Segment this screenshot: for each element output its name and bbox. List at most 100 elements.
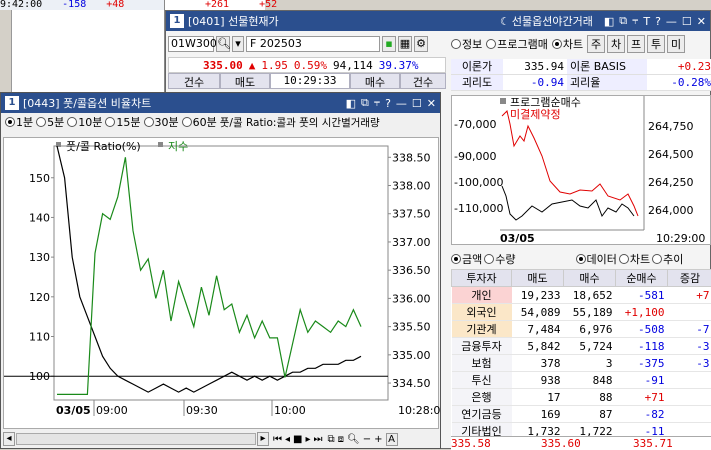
table-row[interactable]: 연기금등16987-82 [452,406,711,423]
close-icon[interactable]: ✕ [427,97,436,110]
investor-table: 투자자 매도 매수 순매수 증감 개인19,23318,652-581+7외국인… [451,269,711,440]
legend-open-interest: 미결제약정 [510,107,561,121]
radio-1min[interactable]: 1분 [5,114,33,130]
font-icon[interactable]: A [386,433,398,446]
radio-60min[interactable]: 60분 [182,114,217,130]
first-icon[interactable]: ⏮ [273,434,282,445]
radio-program[interactable]: 프로그램매 [486,36,548,52]
window-title: [0443] 풋/콜옵션 비율차트 [23,95,151,111]
minimize-icon[interactable]: — [666,15,677,28]
investor-name: 연기금등 [452,406,512,423]
mini-chart-svg: 프로그램순매수 미결제약정 -70,000 -90,000 -100,000 -… [452,96,711,246]
pin-icon[interactable]: ⫧ [632,14,638,28]
window-0401-titlebar[interactable]: 1 [0401] 선물현재가 ☾ 선물옵션야간거래 ◧ ⧉ ⫧ T ? — ☐ … [166,11,710,31]
moon-icon[interactable]: ☾ [500,15,510,28]
btn-investor[interactable]: 투 [647,35,665,53]
zoom-in-icon[interactable]: + [374,434,382,445]
bottom-price: 335.60 [541,437,633,450]
y-right-tick: 337.00 [392,236,431,249]
radio-info[interactable]: 정보 [451,36,482,52]
change-value: +7 [668,287,711,304]
btn-program[interactable]: 프 [627,35,645,53]
minimize-icon[interactable]: — [396,97,407,110]
table-row[interactable]: 은행1788+71 [452,389,711,406]
ratio-chart: 100110120130140150334.50335.00335.50336.… [3,137,439,429]
radio-quantity[interactable]: 수량 [484,251,515,267]
x-axis-label: 10:28:0 [398,404,440,417]
pin-icon[interactable]: ⫧ [374,96,380,110]
radio-30min[interactable]: 30분 [144,114,179,130]
table-row[interactable]: 외국인54,08955,189+1,100 [452,304,711,321]
net-value: -508 [616,321,668,338]
maximize-icon[interactable]: ☐ [412,97,422,110]
row-label: 이론 BASIS [567,59,647,74]
mini-y-left-tick: -100,000 [454,176,503,189]
maximize-icon[interactable]: ☐ [682,15,692,28]
copy-icon[interactable]: ⧉ [361,96,369,110]
night-trading-label[interactable]: 선물옵션야간거래 [512,13,593,29]
search-icon[interactable]: 🔍︎ [216,36,230,52]
chart-toggle-icon[interactable]: ▪ [382,36,396,52]
change-value [668,372,711,389]
help-icon[interactable]: ? [655,15,661,28]
radio-amount[interactable]: 금액 [451,251,482,267]
sell-value: 938 [512,372,564,389]
right-radio-row: 정보 프로그램매 차트 주 차 프 투 미 [451,35,711,53]
table-row[interactable]: 개인19,23318,652-581+7 [452,287,711,304]
y-right-tick: 337.50 [392,208,431,221]
scroll-left-icon[interactable]: ◂ [3,432,15,446]
code-input[interactable]: 01W3000 [168,36,214,52]
btn-diff[interactable]: 차 [607,35,625,53]
stop-icon[interactable]: ■ [293,434,302,445]
table-row[interactable]: 금융투자5,8425,724-118-3 [452,338,711,355]
close-icon[interactable]: ✕ [697,15,706,28]
radio-chart[interactable]: 차트 [552,36,583,52]
grid-icon[interactable]: ▦ [398,36,412,52]
y-right-tick: 338.50 [392,151,431,164]
copy-chart-icon[interactable]: ⧉ [328,434,335,445]
last-icon[interactable]: ⏭ [314,434,323,445]
volume-pct: 39.37% [379,59,419,72]
copy-icon[interactable]: ⧉ [619,14,627,28]
radio-data[interactable]: 데이터 [576,251,617,267]
investor-name: 보험 [452,355,512,372]
change-value [668,406,711,423]
btn-stock[interactable]: 주 [587,35,605,53]
net-value: -581 [616,287,668,304]
text-icon[interactable]: T [643,15,650,28]
radio-10min[interactable]: 10분 [67,114,102,130]
zoom-out-icon[interactable]: − [363,434,371,445]
col-count: 건수 [168,73,220,89]
buy-value: 87 [564,406,616,423]
radio-5min[interactable]: 5분 [36,114,64,130]
table-row[interactable]: 보험3783-375-3 [452,355,711,372]
scroll-right-icon[interactable]: ▸ [257,432,269,446]
radio-trend[interactable]: 추이 [652,251,683,267]
code-name-field[interactable]: F 202503 [246,36,380,52]
radio-chart2[interactable]: 차트 [619,251,650,267]
btn-open-interest[interactable]: 미 [667,35,685,53]
buy-value: 3 [564,355,616,372]
scrollbar-track[interactable] [16,433,256,445]
layers-icon[interactable]: ⧈ [338,434,344,445]
table-row[interactable]: 기관계7,4846,976-508-7 [452,321,711,338]
col-sell: 매도 [220,73,270,89]
layout-icon[interactable]: ◧ [604,15,614,28]
window-0443: 1 [0443] 풋/콜옵션 비율차트 ◧ ⧉ ⫧ ? — ☐ ✕ 1분 5분 … [0,92,441,449]
sell-value: 5,842 [512,338,564,355]
prev-icon[interactable]: ◂ [285,434,290,445]
gear-icon[interactable]: ⚙ [414,36,428,52]
net-value: -118 [616,338,668,355]
y-left-tick: 120 [29,291,50,304]
ratio-description: 풋/콜 Ratio:콜과 풋의 시간별거래량 [220,115,380,130]
help-icon[interactable]: ? [385,97,391,110]
quote-time: 10:29:33 [270,73,350,89]
next-icon[interactable]: ▸ [305,434,310,445]
zoom-icon[interactable]: 🔍︎ [347,434,360,445]
layout-icon[interactable]: ◧ [346,97,356,110]
radio-15min[interactable]: 15분 [105,114,140,130]
window-0443-titlebar[interactable]: 1 [0443] 풋/콜옵션 비율차트 ◧ ⧉ ⫧ ? — ☐ ✕ [1,93,440,113]
table-row[interactable]: 투신938848-91 [452,372,711,389]
buy-value: 18,652 [564,287,616,304]
dropdown-icon[interactable]: ▾ [232,36,244,52]
